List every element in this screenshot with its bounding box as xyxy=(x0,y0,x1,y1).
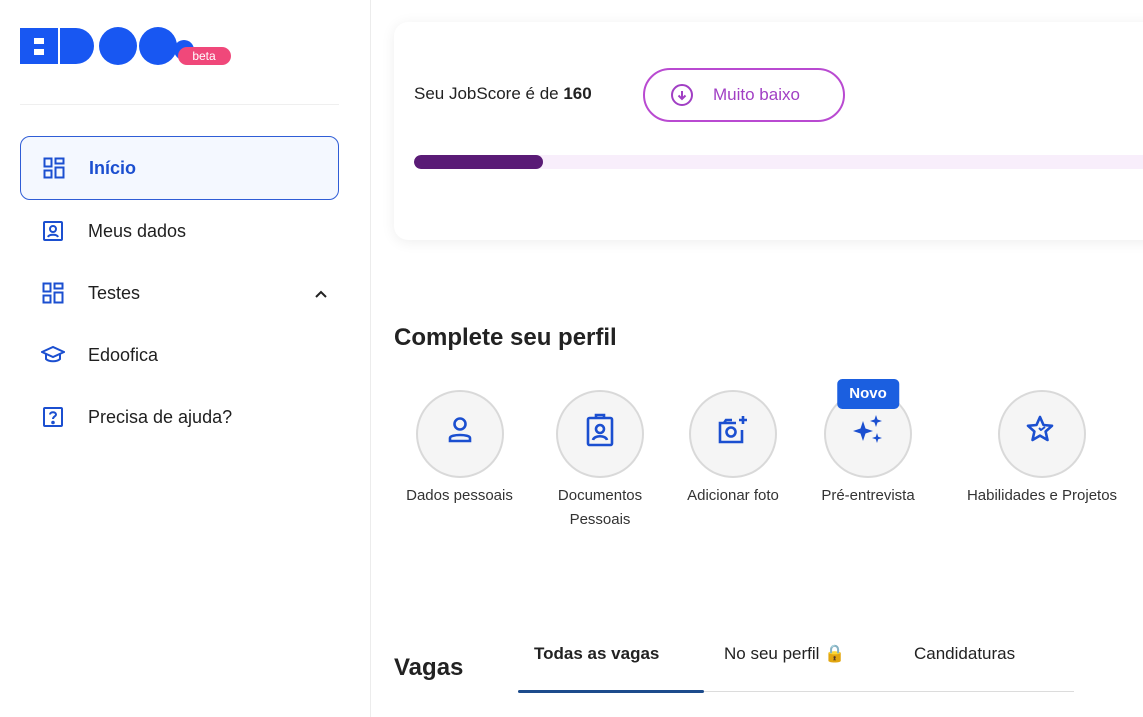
active-tab-indicator xyxy=(518,690,704,693)
logo-badge: beta xyxy=(192,49,216,63)
jobscore-progress-bar xyxy=(414,155,1143,169)
sidebar-item-label: Testes xyxy=(88,282,141,303)
jobscore-card: Seu JobScore é de 160 Muito baixo xyxy=(394,22,1143,240)
new-badge: Novo xyxy=(837,379,899,409)
sidebar-item-edoofica[interactable]: Edoofica xyxy=(20,324,339,386)
graduation-cap-icon xyxy=(40,342,66,368)
vagas-tabs: Todas as vagas No seu perfil 🔒 Candidatu… xyxy=(518,640,1074,693)
tab-candidaturas[interactable]: Candidaturas xyxy=(914,644,1015,664)
question-icon xyxy=(40,404,66,430)
vagas-title: Vagas xyxy=(394,654,464,681)
jobscore-text: Seu JobScore é de 160 xyxy=(414,84,592,104)
sidebar-item-meus-dados[interactable]: Meus dados xyxy=(20,200,339,262)
star-icon xyxy=(1025,414,1059,454)
sidebar-item-inicio[interactable]: Início xyxy=(20,136,339,200)
profile-step-circle[interactable] xyxy=(998,390,1086,478)
edoo-logo[interactable]: beta xyxy=(20,24,250,68)
profile-step-circle[interactable] xyxy=(415,390,504,478)
jobscore-level-badge[interactable]: Muito baixo xyxy=(643,68,845,122)
sidebar: beta Início Meus dados Testes Edoofica P… xyxy=(0,0,371,717)
profile-step-label: Habilidades e Projetos xyxy=(966,487,1118,504)
profile-step-pre-entrevista[interactable]: Novo Pré-entrevista xyxy=(804,379,932,508)
sparkles-icon xyxy=(851,413,885,455)
sidebar-item-label: Meus dados xyxy=(88,220,187,241)
chevron-up-icon[interactable] xyxy=(315,285,327,301)
id-badge-icon xyxy=(585,413,615,455)
profile-step-habilidades[interactable]: Habilidades e Projetos xyxy=(952,390,1132,508)
edoo-logo-mark: beta xyxy=(20,27,231,65)
tab-no-seu-perfil[interactable]: No seu perfil 🔒 xyxy=(724,644,845,664)
camera-plus-icon xyxy=(716,414,750,454)
sidebar-item-label: Edoofica xyxy=(88,344,159,365)
jobscore-value: 160 xyxy=(563,84,592,103)
profile-step-documentos[interactable]: Documentos Pessoais xyxy=(540,390,660,532)
profile-steps: Dados pessoais Documentos Pessoais Adici… xyxy=(372,379,1143,540)
profile-step-circle[interactable] xyxy=(556,390,644,478)
jobscore-level-label: Muito baixo xyxy=(713,85,800,104)
sidebar-item-ajuda[interactable]: Precisa de ajuda? xyxy=(20,386,339,448)
profile-step-label: Pré-entrevista xyxy=(821,487,915,504)
sidebar-item-label: Precisa de ajuda? xyxy=(88,406,233,427)
jobscore-progress-fill xyxy=(414,155,544,169)
jobscore-prefix: Seu JobScore é de xyxy=(414,84,564,103)
sidebar-nav: Início Meus dados Testes Edoofica Precis… xyxy=(20,136,339,448)
profile-step-label: Adicionar foto xyxy=(687,487,779,504)
profile-section-title: Complete seu perfil xyxy=(394,324,617,351)
sidebar-item-testes[interactable]: Testes xyxy=(20,262,339,324)
profile-step-adicionar-foto[interactable]: Adicionar foto xyxy=(672,390,794,508)
profile-step-circle[interactable] xyxy=(689,390,777,478)
profile-step-label: Dados pessoais xyxy=(406,487,513,504)
main-content: Seu JobScore é de 160 Muito baixo Comple… xyxy=(372,0,1143,717)
user-icon xyxy=(445,415,475,453)
sidebar-divider xyxy=(20,104,339,105)
tab-todas-as-vagas[interactable]: Todas as vagas xyxy=(534,644,659,664)
profile-step-dados-pessoais[interactable]: Dados pessoais xyxy=(392,390,527,508)
dashboard-icon xyxy=(41,155,67,181)
arrow-down-circle-icon xyxy=(671,84,693,106)
profile-card-icon xyxy=(40,218,66,244)
dashboard-icon xyxy=(40,280,66,306)
sidebar-item-label: Início xyxy=(89,157,137,178)
profile-step-label: Documentos Pessoais xyxy=(557,487,643,528)
